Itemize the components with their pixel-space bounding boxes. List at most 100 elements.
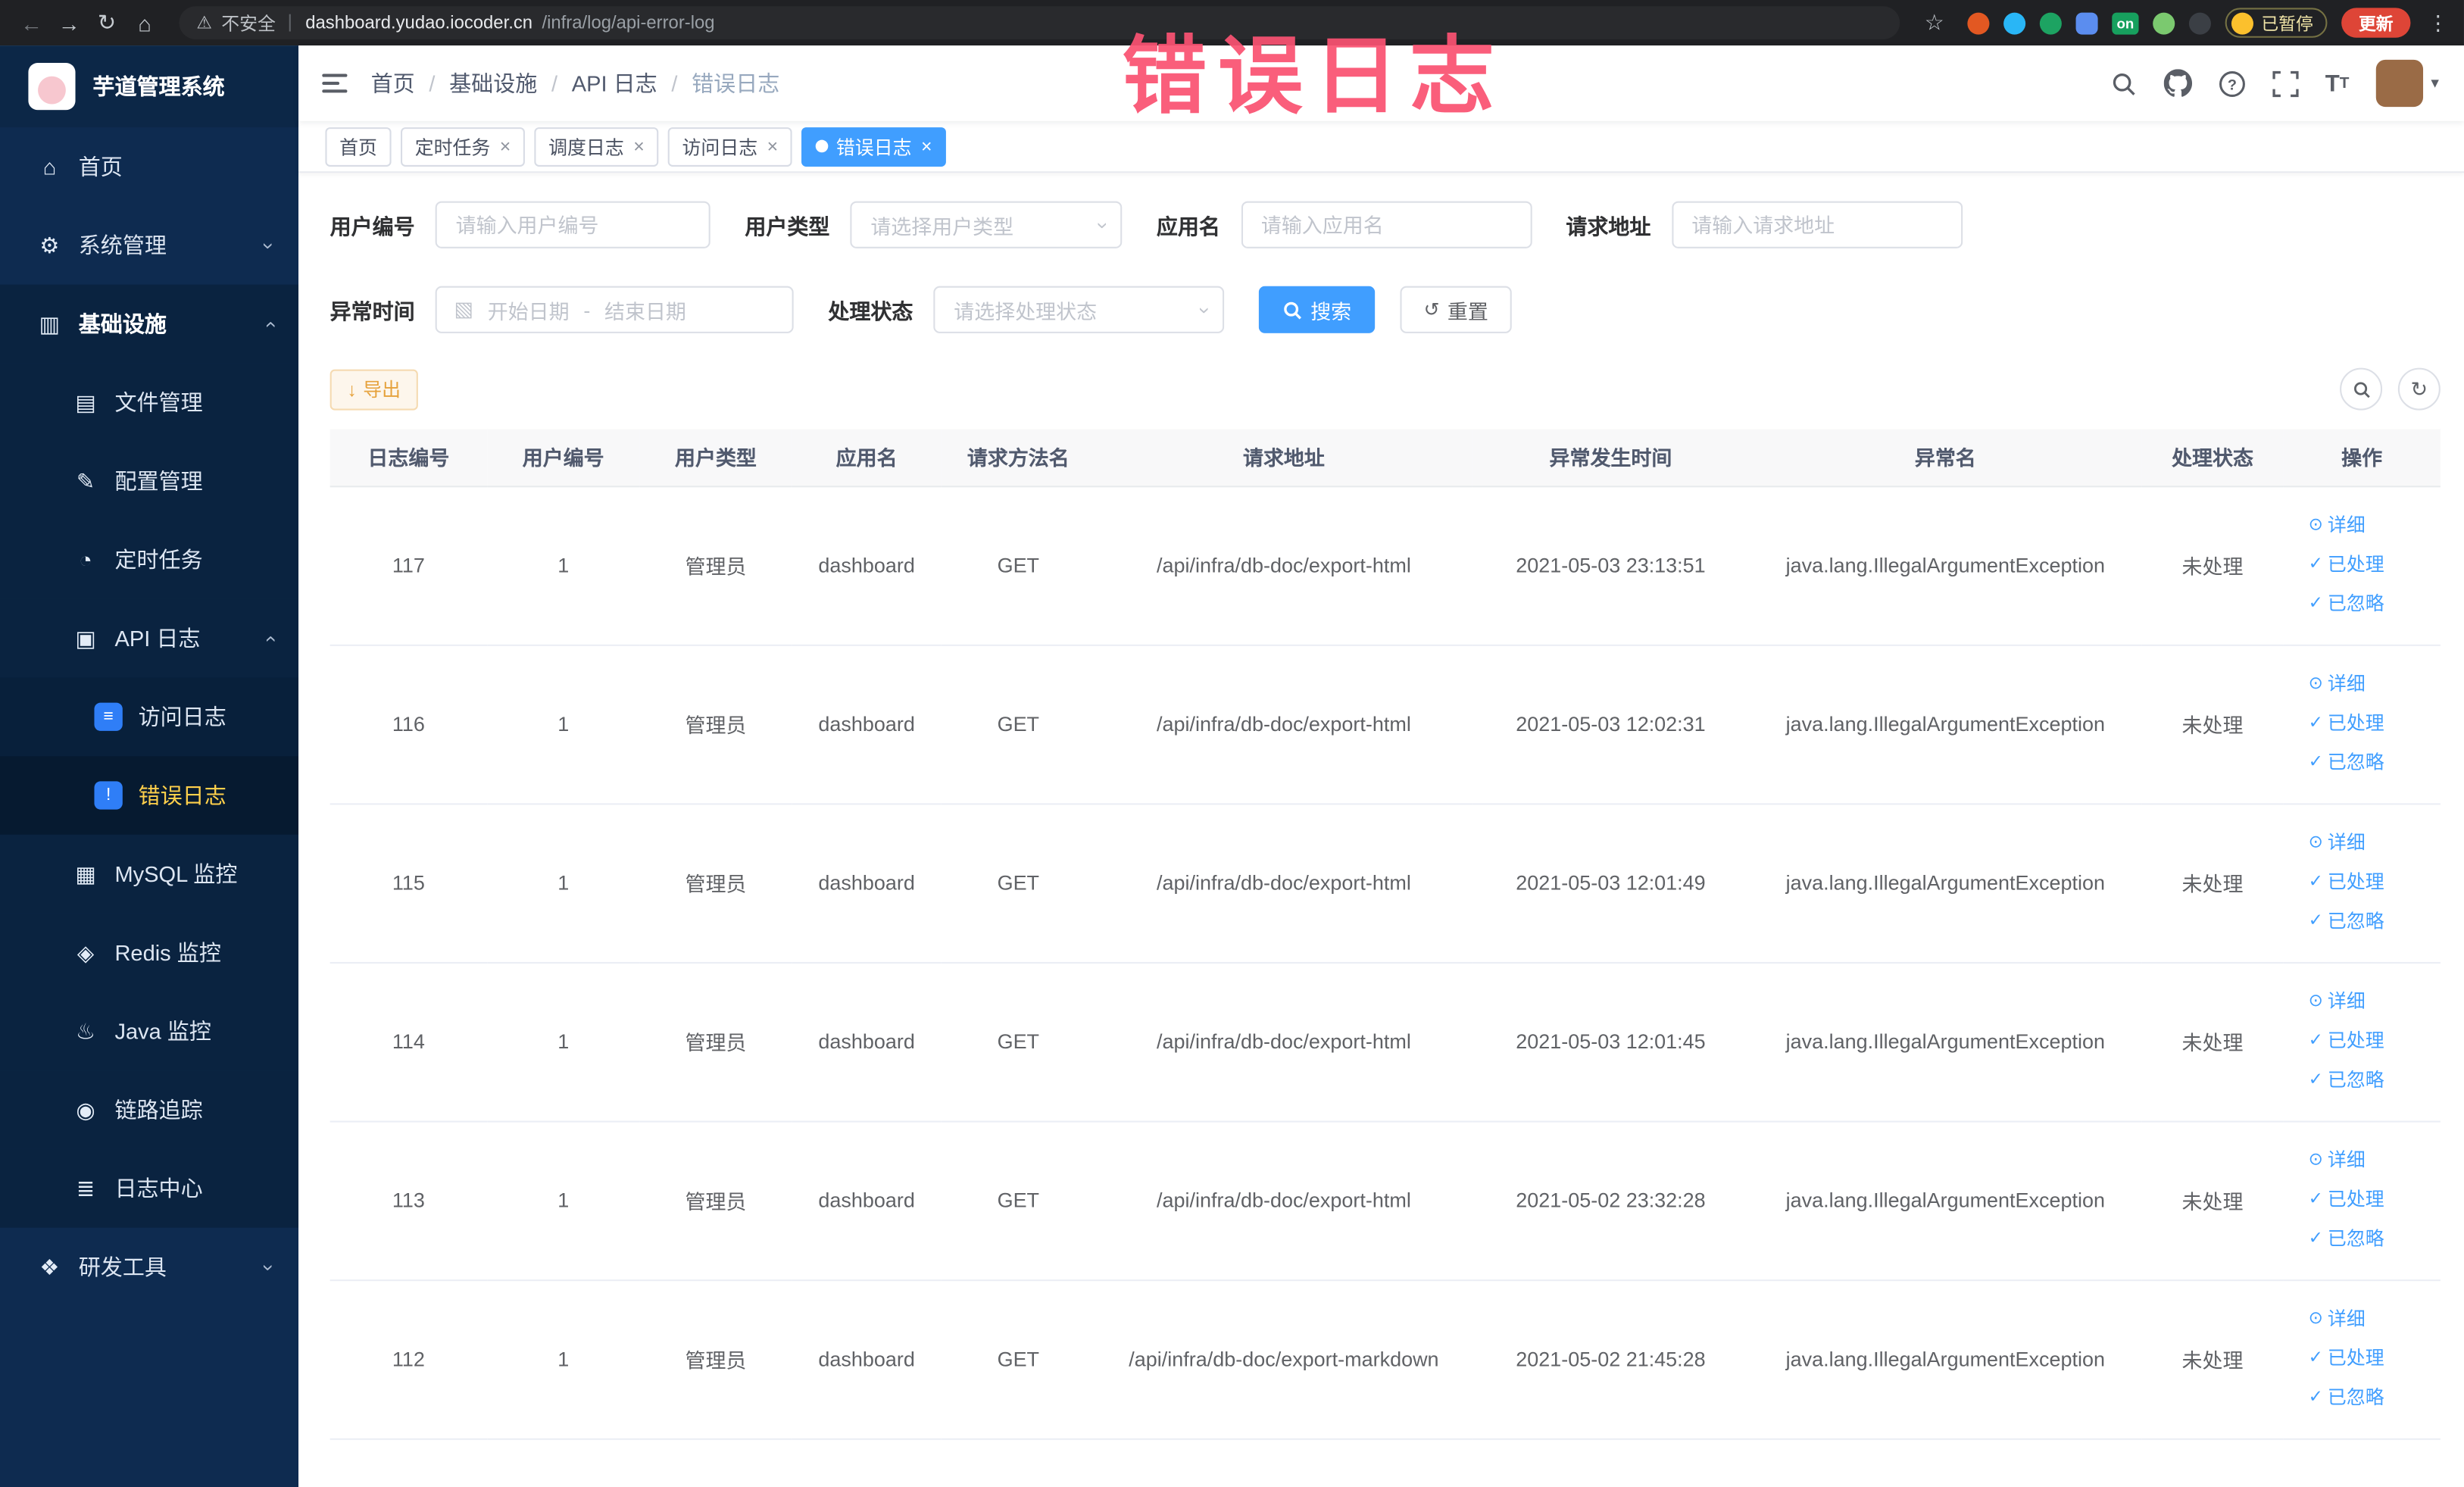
mark-ignored-link[interactable]: ✓ 已忽略: [2309, 1221, 2384, 1257]
process-status-select[interactable]: 请选择处理状态 ›: [933, 286, 1225, 333]
tab-error-log[interactable]: 错误日志 ×: [801, 127, 947, 166]
ignored-link-label: 已忽略: [2327, 751, 2384, 773]
reset-button[interactable]: ↺ 重置: [1400, 286, 1512, 333]
mark-ignored-link[interactable]: ✓ 已忽略: [2309, 586, 2384, 623]
sidebar-item-dev-tools[interactable]: ❖ 研发工具 ›: [0, 1228, 298, 1307]
forward-icon[interactable]: →: [50, 10, 88, 35]
detail-link[interactable]: ⊙ 详细: [2309, 667, 2366, 703]
cell-log-id: 117: [329, 486, 488, 645]
date-range-picker[interactable]: ▧ 开始日期 - 结束日期: [435, 286, 794, 333]
search-button[interactable]: 搜索: [1258, 286, 1376, 333]
mark-ignored-link[interactable]: ✓ 已忽略: [2309, 745, 2384, 782]
tab-home[interactable]: 首页: [325, 127, 392, 166]
detail-link[interactable]: ⊙ 详细: [2309, 984, 2366, 1020]
table-body: 117 1 管理员 dashboard GET /api/infra/db-do…: [329, 486, 2441, 1439]
sidebar-item-file-mgmt[interactable]: ▤ 文件管理: [0, 363, 299, 442]
help-icon[interactable]: ?: [2219, 70, 2245, 96]
export-button[interactable]: ↓ 导出: [329, 368, 418, 410]
browser-update-button[interactable]: 更新: [2341, 8, 2411, 38]
bookmark-star-icon[interactable]: ☆: [1916, 9, 1953, 36]
cell-exception-name: java.lang.IllegalArgumentException: [1749, 961, 2142, 1122]
tab-access-log[interactable]: 访问日志 ×: [667, 127, 792, 166]
caret-down-icon: ▾: [2431, 74, 2439, 92]
request-url-input[interactable]: [1671, 201, 1963, 248]
user-type-select[interactable]: 请选择用户类型 ›: [850, 201, 1123, 248]
sidebar-item-infrastructure[interactable]: ▥ 基础设施 ›: [0, 284, 299, 364]
tab-schedule-log[interactable]: 调度日志 ×: [534, 127, 659, 166]
mark-processed-link[interactable]: ✓ 已处理: [2309, 1182, 2384, 1218]
column-header: 操作: [2283, 429, 2441, 487]
font-size-icon[interactable]: TT: [2325, 70, 2350, 96]
close-icon[interactable]: ×: [500, 137, 511, 156]
cell-user-id: 1: [487, 961, 640, 1122]
mark-ignored-link[interactable]: ✓ 已忽略: [2309, 1380, 2384, 1417]
mark-processed-link[interactable]: ✓ 已处理: [2309, 706, 2384, 742]
sidebar-item-log-center[interactable]: ≣ 日志中心: [0, 1148, 299, 1228]
tab-cron-jobs[interactable]: 定时任务 ×: [401, 127, 526, 166]
close-icon[interactable]: ×: [921, 137, 932, 156]
mark-ignored-link[interactable]: ✓ 已忽略: [2309, 904, 2384, 940]
sidebar-item-cron-jobs[interactable]: ◔ 定时任务: [0, 520, 299, 599]
extension-icon-puzzle[interactable]: [2075, 11, 2098, 34]
mark-processed-link[interactable]: ✓ 已处理: [2309, 864, 2384, 901]
extension-icon-dark[interactable]: [2188, 11, 2211, 34]
sidebar-item-java-monitor[interactable]: ♨ Java 监控: [0, 992, 299, 1071]
cell-app-name: dashboard: [792, 1279, 942, 1439]
detail-link[interactable]: ⊙ 详细: [2309, 1143, 2366, 1179]
mark-processed-link[interactable]: ✓ 已处理: [2309, 1023, 2384, 1060]
detail-link[interactable]: ⊙ 详细: [2309, 825, 2366, 861]
breadcrumb-api-log[interactable]: API 日志: [572, 67, 657, 99]
toggle-search-button[interactable]: [2340, 367, 2383, 411]
sidebar-item-redis-monitor[interactable]: ◈ Redis 监控: [0, 913, 299, 992]
user-id-input[interactable]: [435, 201, 710, 248]
extension-icon-orange[interactable]: [1967, 11, 1990, 34]
search-icon[interactable]: [2110, 70, 2137, 96]
sidebar-item-tracing[interactable]: ◉ 链路追踪: [0, 1070, 299, 1149]
cell-actions: ⊙ 详细 ✓ 已处理 ✓ 已忽略: [2283, 486, 2441, 645]
refresh-table-button[interactable]: ↻: [2397, 367, 2441, 411]
sidebar-item-label: 研发工具: [78, 1254, 167, 1280]
url-bar[interactable]: ⚠ 不安全 dashboard.yudao.iocoder.cn/infra/l…: [179, 6, 1900, 39]
detail-link-label: 详细: [2327, 673, 2366, 695]
paused-badge[interactable]: 已暂停: [2225, 8, 2328, 38]
sidebar-item-access-log[interactable]: ≡ 访问日志: [0, 677, 299, 757]
sidebar-item-home[interactable]: ⌂ 首页: [0, 127, 298, 206]
sidebar-logo[interactable]: 芋道管理系统: [0, 45, 299, 128]
reload-icon[interactable]: ↻: [88, 9, 126, 36]
close-icon[interactable]: ×: [767, 137, 779, 156]
extension-icon-on-badge[interactable]: on: [2112, 11, 2139, 34]
cell-status: 未处理: [2141, 644, 2284, 804]
mark-processed-link[interactable]: ✓ 已处理: [2309, 1341, 2384, 1377]
extension-icon-blue-drop[interactable]: [2003, 11, 2026, 34]
column-header: 处理状态: [2141, 429, 2284, 487]
browser-menu-icon[interactable]: ⋮: [2425, 10, 2451, 35]
sidebar-item-label: 访问日志: [138, 704, 226, 729]
back-icon[interactable]: ←: [13, 10, 51, 35]
detail-link[interactable]: ⊙ 详细: [2309, 508, 2366, 544]
extension-icon-green-circle[interactable]: [2039, 11, 2062, 34]
app-name-input[interactable]: [1240, 201, 1532, 248]
sidebar-item-config-mgmt[interactable]: ✎ 配置管理: [0, 442, 299, 520]
cell-status: 未处理: [2141, 961, 2284, 1122]
github-icon[interactable]: [2163, 69, 2192, 97]
fullscreen-icon[interactable]: [2272, 70, 2298, 97]
screenshot-root: ← → ↻ ⌂ ⚠ 不安全 dashboard.yudao.iocoder.cn…: [0, 0, 2464, 1487]
eye-icon: ⊙: [2308, 1150, 2323, 1170]
sidebar-item-system-mgmt[interactable]: ⚙ 系统管理 ›: [0, 206, 298, 285]
sidebar-toggle-icon[interactable]: [298, 73, 370, 93]
close-icon[interactable]: ×: [633, 137, 645, 156]
mark-processed-link[interactable]: ✓ 已处理: [2309, 547, 2384, 583]
sidebar-item-api-logs[interactable]: ▣ API 日志 ›: [0, 598, 299, 678]
cell-status: 未处理: [2141, 1279, 2284, 1439]
app-title: 芋道管理系统: [92, 73, 225, 99]
breadcrumb-home[interactable]: 首页: [371, 67, 415, 99]
home-icon[interactable]: ⌂: [126, 10, 164, 35]
column-header: 日志编号: [329, 429, 488, 487]
breadcrumb-infrastructure[interactable]: 基础设施: [449, 67, 537, 99]
extension-icon-leaf[interactable]: [2153, 11, 2175, 34]
user-menu[interactable]: ▾: [2375, 59, 2439, 108]
detail-link[interactable]: ⊙ 详细: [2309, 1301, 2366, 1338]
sidebar-item-error-log[interactable]: ! 错误日志: [0, 756, 299, 835]
mark-ignored-link[interactable]: ✓ 已忽略: [2309, 1063, 2384, 1099]
sidebar-item-mysql-monitor[interactable]: ▦ MySQL 监控: [0, 834, 299, 914]
